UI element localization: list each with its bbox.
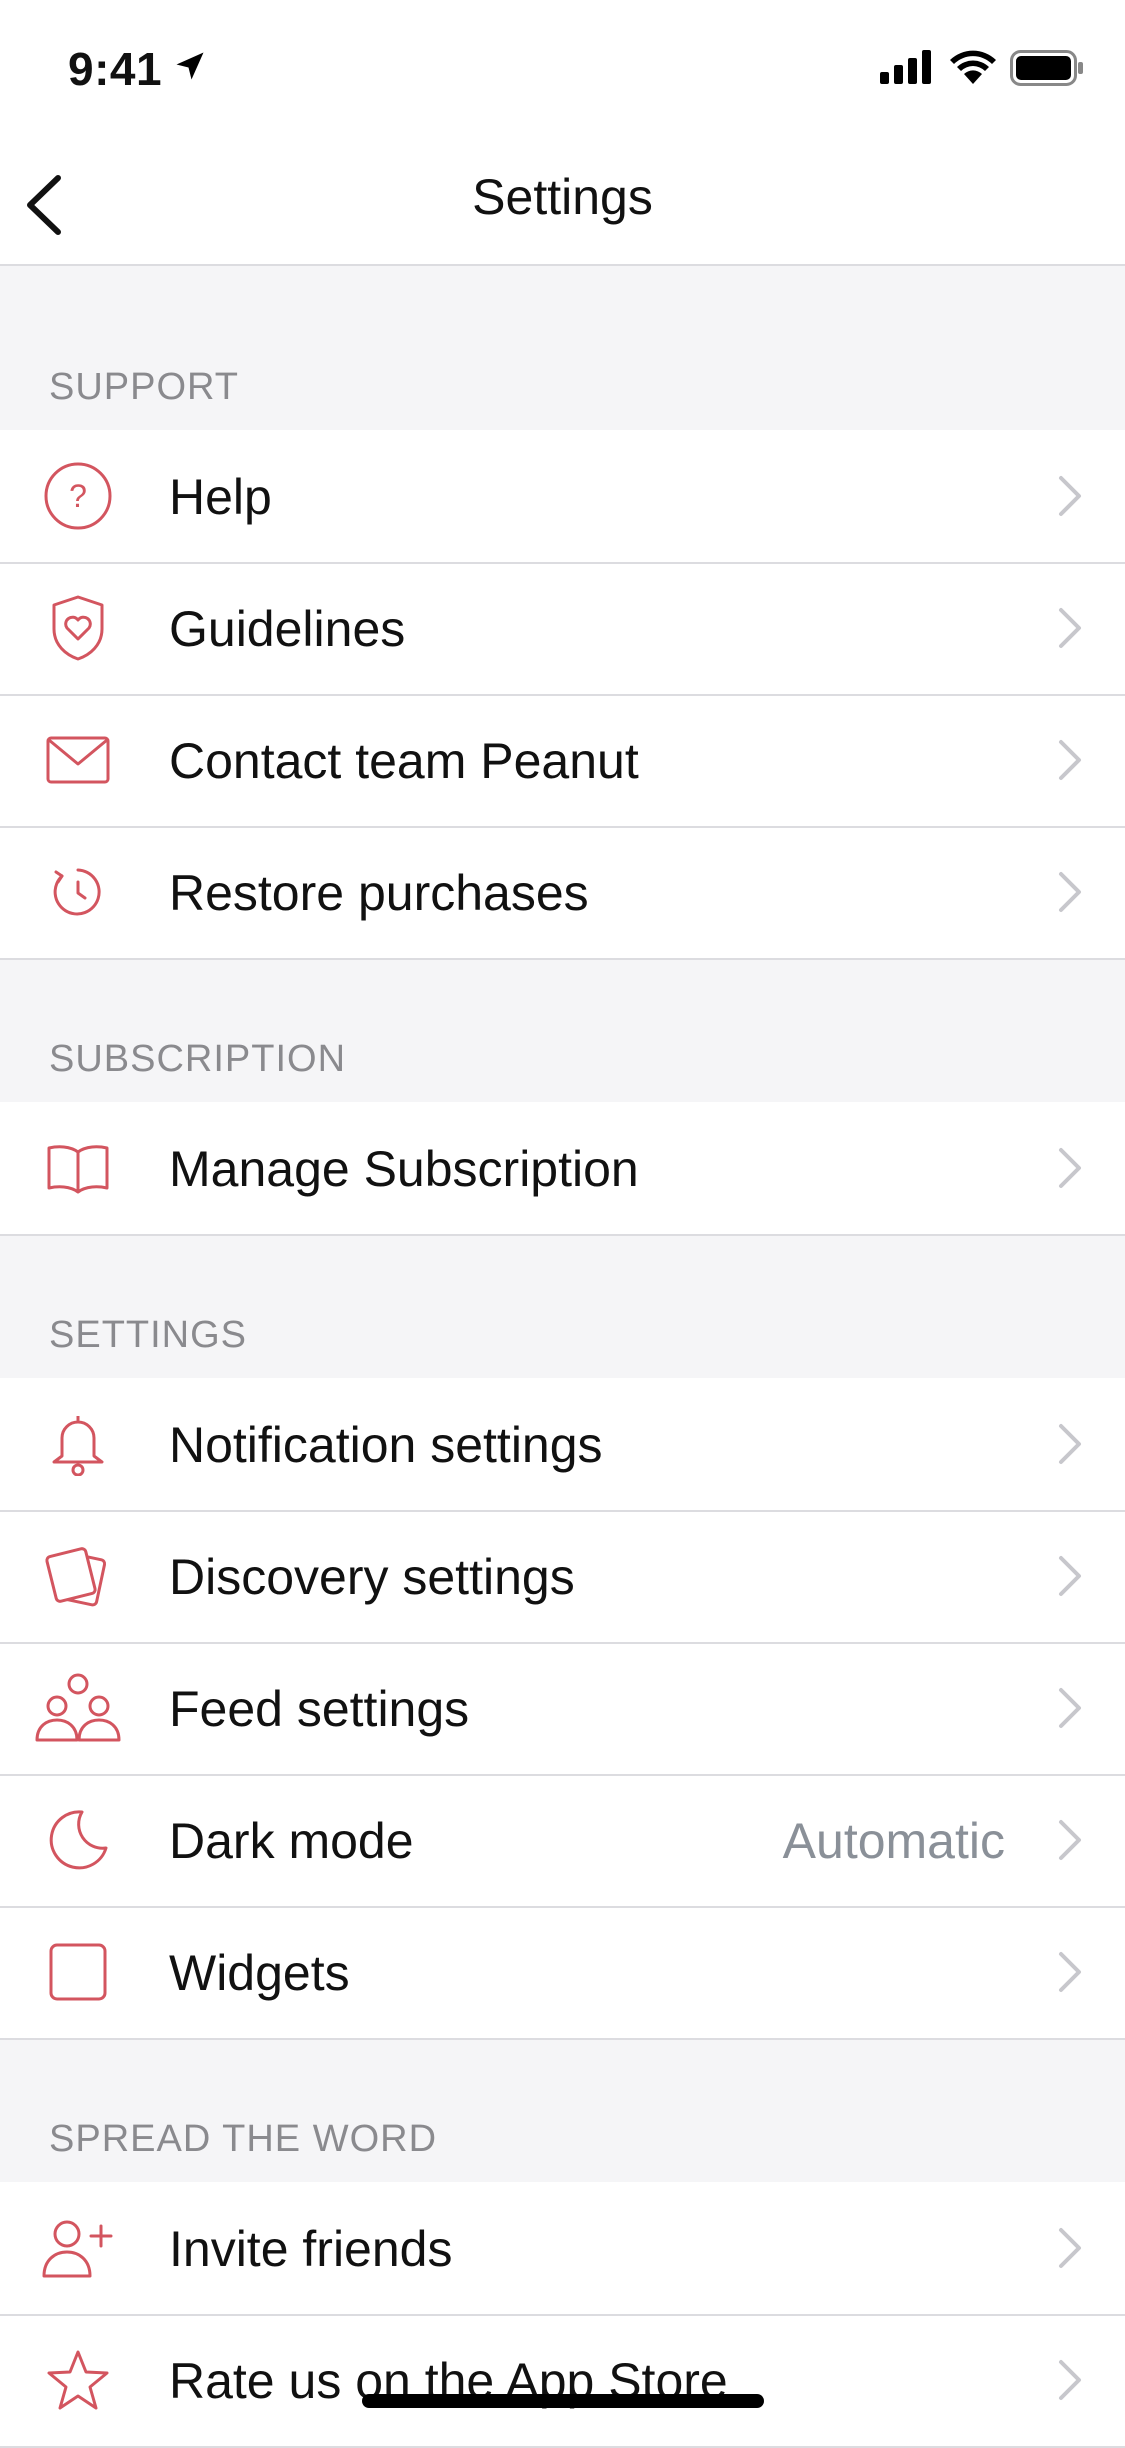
section-header-subscription: SUBSCRIPTION xyxy=(49,1038,347,1080)
status-bar: 9:41 xyxy=(0,0,1125,140)
dark-mode-value: Automatic xyxy=(782,1813,1005,1869)
mail-icon xyxy=(46,736,110,784)
svg-text:?: ? xyxy=(69,478,87,514)
status-time: 9:41 xyxy=(68,43,163,95)
page-title: Settings xyxy=(472,169,653,225)
chevron-right-icon xyxy=(1059,1952,1081,1992)
bell-icon xyxy=(52,1416,104,1476)
settings-row-feed[interactable]: Feed settings xyxy=(0,1642,1125,1774)
row-label: Contact team Peanut xyxy=(169,733,639,789)
settings-group: Notification settings Discovery settings… xyxy=(0,1378,1125,2040)
settings-row-rate[interactable]: Rate us on the App Store xyxy=(0,2314,1125,2446)
add-user-icon xyxy=(42,2220,113,2278)
section-header-spread-the-word: SPREAD THE WORD xyxy=(49,2118,438,2160)
section-header-settings: SETTINGS xyxy=(49,1314,248,1356)
home-indicator[interactable] xyxy=(362,2394,764,2408)
settings-row-guidelines[interactable]: Guidelines xyxy=(0,562,1125,694)
chevron-right-icon xyxy=(1059,740,1081,780)
people-icon xyxy=(35,1673,121,1742)
chevron-right-icon xyxy=(1059,1556,1081,1596)
row-label: Discovery settings xyxy=(169,1549,575,1605)
settings-row-widgets[interactable]: Widgets xyxy=(0,1906,1125,2038)
settings-row-notifications[interactable]: Notification settings xyxy=(0,1378,1125,1510)
location-arrow-icon xyxy=(176,52,204,80)
row-label: Manage Subscription xyxy=(169,1141,639,1197)
chevron-right-icon xyxy=(1059,476,1081,516)
chevron-right-icon xyxy=(1059,608,1081,648)
settings-row-invite[interactable]: Invite friends xyxy=(0,2182,1125,2314)
cards-icon xyxy=(45,1547,107,1607)
battery-icon xyxy=(1010,50,1083,86)
cellular-signal-icon xyxy=(880,50,931,84)
help-icon: ? xyxy=(44,462,112,530)
subscription-group: Manage Subscription xyxy=(0,1102,1125,1236)
row-label: Restore purchases xyxy=(169,865,589,921)
moon-icon xyxy=(49,1810,108,1870)
chevron-right-icon xyxy=(1059,872,1081,912)
row-label: Widgets xyxy=(169,1945,350,2001)
settings-row-discovery[interactable]: Discovery settings xyxy=(0,1510,1125,1642)
row-label: Feed settings xyxy=(169,1681,470,1737)
spread-group: Invite friends Rate us on the App Store xyxy=(0,2182,1125,2448)
settings-row-help[interactable]: ? Help xyxy=(0,430,1125,562)
chevron-right-icon xyxy=(1059,1688,1081,1728)
chevron-right-icon xyxy=(1059,2360,1081,2400)
row-label: Notification settings xyxy=(169,1417,603,1473)
chevron-right-icon xyxy=(1059,1148,1081,1188)
row-label: Help xyxy=(169,469,272,525)
settings-row-restore[interactable]: Restore purchases xyxy=(0,826,1125,958)
settings-row-manage-subscription[interactable]: Manage Subscription xyxy=(0,1102,1125,1234)
section-header-support: SUPPORT xyxy=(49,366,240,408)
chevron-right-icon xyxy=(1059,1424,1081,1464)
navigation-bar: Settings xyxy=(0,140,1125,266)
row-label: Guidelines xyxy=(169,601,406,657)
chevron-right-icon xyxy=(1059,2228,1081,2268)
row-label: Invite friends xyxy=(169,2221,453,2277)
settings-row-dark-mode[interactable]: Dark mode Automatic xyxy=(0,1774,1125,1906)
book-icon xyxy=(47,1145,109,1194)
wifi-icon xyxy=(950,50,996,84)
chevron-right-icon xyxy=(1059,1820,1081,1860)
shield-heart-icon xyxy=(52,595,104,661)
settings-row-contact[interactable]: Contact team Peanut xyxy=(0,694,1125,826)
star-icon xyxy=(47,2350,109,2410)
support-group: ? Help Guidelines Contact team Peanut Re… xyxy=(0,430,1125,960)
row-label: Dark mode xyxy=(169,1813,414,1869)
square-icon xyxy=(49,1943,107,2001)
restore-icon xyxy=(53,868,101,916)
